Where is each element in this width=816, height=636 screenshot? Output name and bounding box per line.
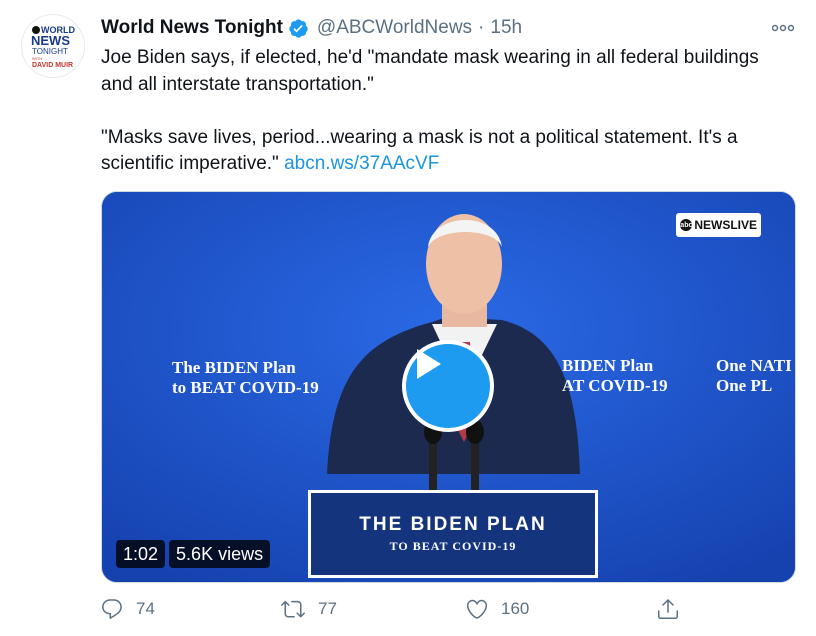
author-handle[interactable]: @ABCWorldNews	[317, 17, 472, 39]
retweet-button[interactable]: 77	[280, 594, 337, 624]
ellipsis-icon	[772, 24, 794, 32]
podium-subtitle: TO BEAT COVID-19	[389, 539, 517, 553]
reply-button[interactable]: 74	[100, 594, 155, 624]
video-info: 1:02 5.6K views	[116, 540, 271, 568]
video-player[interactable]: abc NEWSLIVE The BIDEN Plan to BEAT COVI…	[101, 191, 796, 583]
news-live-label: NEWSLIVE	[694, 218, 757, 232]
reply-icon	[102, 599, 122, 619]
avatar-line-with: WITH	[32, 56, 42, 61]
play-icon	[417, 349, 441, 379]
abc-logo-icon: abc	[680, 219, 692, 231]
share-button[interactable]	[656, 594, 680, 624]
backdrop-text-left: The BIDEN Plan to BEAT COVID-19	[172, 358, 319, 398]
podium-sign: THE BIDEN PLAN TO BEAT COVID-19	[308, 490, 598, 578]
like-icon	[466, 599, 488, 619]
avatar-line-david-muir: DAVID MUIR	[32, 62, 73, 69]
backdrop-text-right: One NATI One PL	[716, 356, 792, 396]
video-view-count: 5.6K views	[169, 540, 271, 568]
tweet-text: Joe Biden says, if elected, he'd "mandat…	[101, 45, 791, 178]
play-button[interactable]	[402, 340, 494, 432]
abc-world-news-logo: WORLD NEWS TONIGHT WITH DAVID MUIR	[31, 25, 75, 69]
video-duration: 1:02	[116, 540, 166, 568]
tweet-link[interactable]: abcn.ws/37AAcVF	[284, 153, 439, 174]
backdrop-mid-line1: BIDEN Plan	[562, 356, 654, 375]
backdrop-text-mid: BIDEN Plan AT COVID-19	[562, 356, 668, 396]
avatar-line-news: NEWS	[31, 33, 70, 48]
backdrop-left-line2: to BEAT COVID-19	[172, 378, 319, 397]
podium-title: THE BIDEN PLAN	[359, 514, 547, 535]
news-live-badge: abc NEWSLIVE	[676, 213, 761, 237]
tweet-header: World News Tonight @ABCWorldNews · 15h	[101, 16, 522, 40]
verified-badge-icon	[288, 18, 309, 39]
like-button[interactable]: 160	[465, 594, 529, 624]
share-icon	[658, 599, 678, 619]
reply-count: 74	[136, 599, 155, 618]
backdrop-right-line2: One PL	[716, 376, 773, 395]
more-options-button[interactable]	[770, 16, 796, 40]
avatar[interactable]: WORLD NEWS TONIGHT WITH DAVID MUIR	[21, 14, 85, 78]
tweet-actions: 74 77 160	[100, 594, 800, 624]
backdrop-left-line1: The BIDEN Plan	[172, 358, 296, 377]
backdrop-mid-line2: AT COVID-19	[562, 376, 668, 395]
author-display-name[interactable]: World News Tonight	[101, 17, 283, 39]
retweet-icon	[281, 600, 305, 618]
backdrop-right-line1: One NATI	[716, 356, 792, 375]
retweet-count: 77	[318, 599, 337, 618]
avatar-line-tonight: TONIGHT	[32, 47, 68, 56]
tweet-paragraph-1: Joe Biden says, if elected, he'd "mandat…	[101, 47, 765, 95]
like-count: 160	[501, 599, 530, 618]
separator-dot: ·	[478, 17, 485, 38]
tweet-timestamp[interactable]: 15h	[490, 17, 522, 39]
